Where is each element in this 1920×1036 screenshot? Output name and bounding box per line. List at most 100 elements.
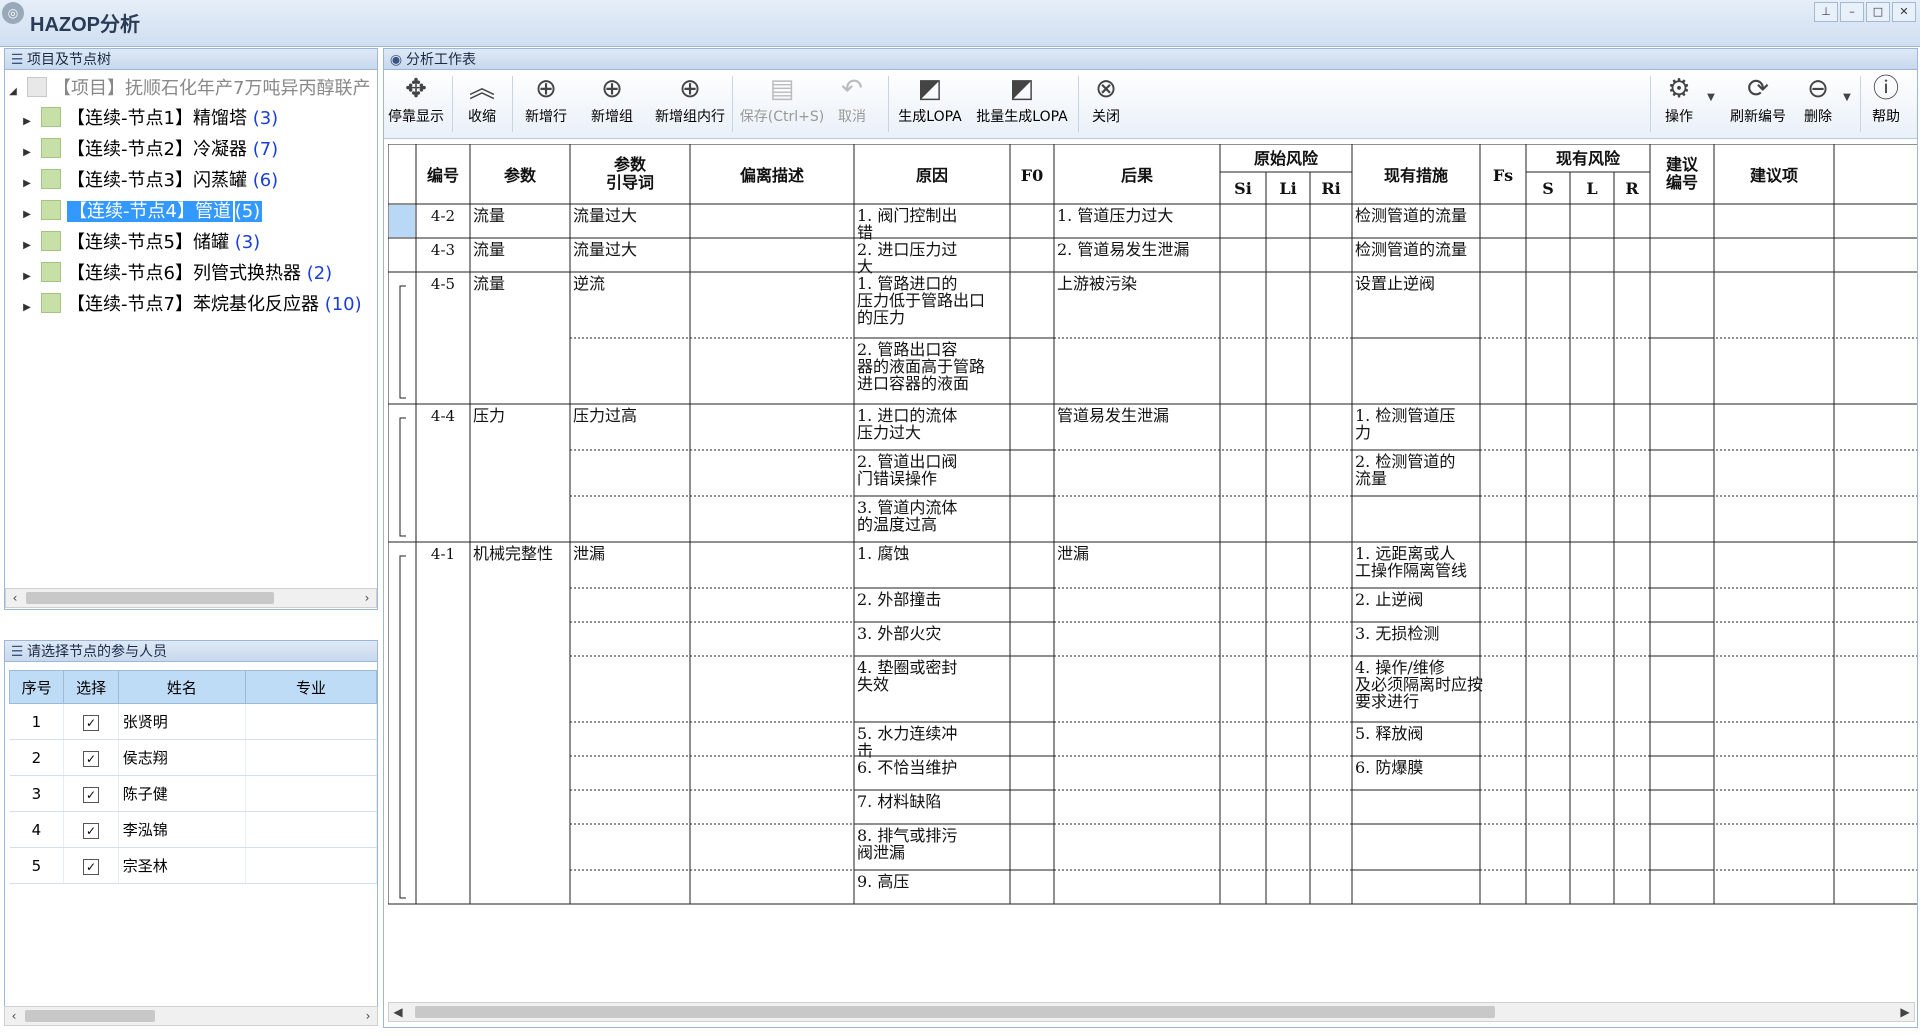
toolbar-separator (888, 76, 889, 132)
add-in-group-button[interactable]: ⊕ 新增组内行 (650, 70, 730, 136)
help-icon: ⓘ (1872, 74, 1899, 104)
tree-node[interactable]: ▶ 【连续-节点7】苯烷基化反应器 (10) (19, 292, 362, 318)
tree-node[interactable]: ▶ 【连续-节点2】冷凝器 (7) (19, 137, 278, 163)
window-controls: ⊥ – □ ✕ (1814, 2, 1916, 22)
tree-node-label[interactable]: 【连续-节点6】列管式换热器 (67, 263, 301, 284)
table-row[interactable]: 3 ✓ 陈子健 (9, 775, 378, 812)
scroll-left-icon[interactable]: ‹ (5, 1007, 23, 1025)
pin-icon[interactable]: ⊥ (1814, 2, 1838, 22)
batch-lopa-button[interactable]: ◩ 批量生成LOPA (970, 70, 1074, 136)
expand-right-icon[interactable]: ▶ (19, 109, 35, 135)
collapse-button[interactable]: ︽ 收缩 (456, 70, 508, 136)
generate-lopa-button[interactable]: ◩ 生成LOPA (892, 70, 968, 136)
add-group-button[interactable]: ⊕ 新增组 (584, 70, 640, 136)
minimize-icon[interactable]: – (1840, 2, 1864, 22)
table-row[interactable]: 1 ✓ 张贤明 (9, 703, 378, 740)
expand-right-icon[interactable]: ▶ (19, 264, 35, 290)
gear-icon: ⚙ (1667, 74, 1691, 104)
help-button[interactable]: ⓘ 帮助 (1864, 70, 1908, 136)
tree-hscrollbar[interactable]: ‹ › (5, 588, 377, 608)
hazop-worksheet-grid[interactable]: 编号 参数参数引导词 偏离描述 原因 F0 后果原始风险Si Li Ri现有措施 Fs现有风险S… (388, 144, 1918, 978)
tree-node-label[interactable]: 【连续-节点4】管道 (67, 201, 233, 222)
tree-node-label[interactable]: 【连续-节点3】闪蒸罐 (67, 170, 247, 191)
cancel-button[interactable]: ↶ 取消 (830, 70, 874, 136)
worksheet-toolbar: ✥ 停靠显示 ︽ 收缩 ⊕ 新增行 ⊕ 新增组 ⊕ 新增组内行 ▤ 保存(Ctrl+S) ↶… (384, 70, 1917, 139)
scroll-right-icon[interactable]: ▶ (1896, 1003, 1914, 1021)
cause-text: 7. 材料缺陷 (857, 792, 941, 811)
expand-right-icon[interactable]: ▶ (19, 140, 35, 166)
param-text: 流量 (473, 206, 505, 225)
table-row[interactable]: 5 ✓ 宗圣林 (9, 847, 378, 884)
renumber-button[interactable]: ⟳ 刷新编号 (1722, 70, 1794, 136)
scroll-right-icon[interactable]: › (358, 589, 376, 607)
table-row[interactable]: 4 ✓ 李泓锦 (9, 811, 378, 848)
group-bracket-icon[interactable] (399, 555, 406, 899)
expand-right-icon[interactable]: ▶ (19, 233, 35, 259)
close-icon[interactable]: ✕ (1892, 2, 1916, 22)
tree-node[interactable]: ▶ 【连续-节点4】管道 (5) (19, 199, 263, 228)
node-icon (41, 231, 61, 251)
table-row[interactable]: 2 ✓ 侯志翔 (9, 739, 378, 776)
scroll-left-icon[interactable]: ‹ (6, 589, 24, 607)
dock-button[interactable]: ✥ 停靠显示 (384, 70, 448, 136)
tree-node[interactable]: ▶ 【连续-节点5】储罐 (3) (19, 230, 260, 256)
tree-root[interactable]: ◢ 【项目】抚顺石化年产7万吨异丙醇联产 (5, 76, 370, 102)
close-label: 关闭 (1092, 109, 1120, 125)
cancel-label: 取消 (838, 109, 866, 125)
operate-dropdown[interactable]: ▼ (1704, 70, 1718, 136)
scroll-left-icon[interactable]: ◀ (389, 1003, 407, 1021)
delete-dropdown[interactable]: ▼ (1840, 70, 1854, 136)
row-select[interactable]: ✓ (63, 811, 119, 848)
dock-label: 停靠显示 (388, 109, 444, 125)
measure-text: 2. 止逆阀 (1355, 590, 1423, 609)
checkbox-icon[interactable]: ✓ (83, 750, 100, 767)
list-icon: ☰ (10, 644, 24, 660)
row-selected-marker[interactable] (389, 205, 415, 237)
col-no: 序号 (8, 670, 65, 704)
minus-circle-icon: ⊖ (1807, 74, 1829, 104)
consequence-text: 泄漏 (1057, 544, 1089, 563)
operate-button[interactable]: ⚙ 操作 (1654, 70, 1704, 136)
tree-node[interactable]: ▶ 【连续-节点1】精馏塔 (3) (19, 106, 278, 132)
row-number: 4-4 (431, 407, 455, 425)
checkbox-icon[interactable]: ✓ (83, 822, 100, 839)
expand-right-icon[interactable]: ▶ (19, 295, 35, 321)
close-button[interactable]: ⊗ 关闭 (1084, 70, 1128, 136)
scroll-right-icon[interactable]: › (359, 1007, 377, 1025)
header-ri: Ri (1321, 179, 1340, 198)
row-select[interactable]: ✓ (63, 739, 119, 776)
tree-node[interactable]: ▶ 【连续-节点3】闪蒸罐 (6) (19, 168, 278, 194)
header-guide: 参数 (614, 155, 647, 174)
node-icon (41, 200, 61, 220)
group-bracket-icon[interactable] (399, 417, 406, 537)
checkbox-icon[interactable]: ✓ (83, 786, 100, 803)
row-no: 3 (9, 775, 65, 812)
tree-node-label[interactable]: 【连续-节点5】储罐 (67, 232, 229, 253)
scroll-thumb[interactable] (25, 1010, 155, 1022)
measure-text: 工操作隔离管线 (1355, 561, 1467, 580)
maximize-icon[interactable]: □ (1866, 2, 1890, 22)
checkbox-icon[interactable]: ✓ (83, 714, 100, 731)
consequence-text: 2. 管道易发生泄漏 (1057, 240, 1189, 259)
worksheet-hscrollbar[interactable]: ◀ ▶ (388, 1002, 1915, 1022)
row-name: 陈子健 (118, 775, 246, 812)
group-bracket-icon[interactable] (399, 285, 406, 399)
row-select[interactable]: ✓ (63, 703, 119, 740)
tree-node-label[interactable]: 【连续-节点2】冷凝器 (67, 139, 247, 160)
save-button[interactable]: ▤ 保存(Ctrl+S) (736, 70, 828, 136)
tree-node-label[interactable]: 【连续-节点1】精馏塔 (67, 108, 247, 129)
row-major (245, 739, 378, 776)
expand-right-icon[interactable]: ▶ (19, 171, 35, 197)
row-select[interactable]: ✓ (63, 847, 119, 884)
checkbox-icon[interactable]: ✓ (83, 858, 100, 875)
add-row-button[interactable]: ⊕ 新增行 (518, 70, 574, 136)
tree-node-label[interactable]: 【连续-节点7】苯烷基化反应器 (67, 294, 319, 315)
expand-down-icon[interactable]: ◢ (5, 79, 21, 105)
people-hscrollbar[interactable]: ‹ › (4, 1006, 378, 1026)
tree-node[interactable]: ▶ 【连续-节点6】列管式换热器 (2) (19, 261, 332, 287)
expand-right-icon[interactable]: ▶ (19, 202, 35, 228)
scroll-thumb[interactable] (26, 592, 274, 604)
scroll-thumb[interactable] (415, 1006, 1495, 1018)
row-select[interactable]: ✓ (63, 775, 119, 812)
delete-button[interactable]: ⊖ 删除 (1796, 70, 1840, 136)
